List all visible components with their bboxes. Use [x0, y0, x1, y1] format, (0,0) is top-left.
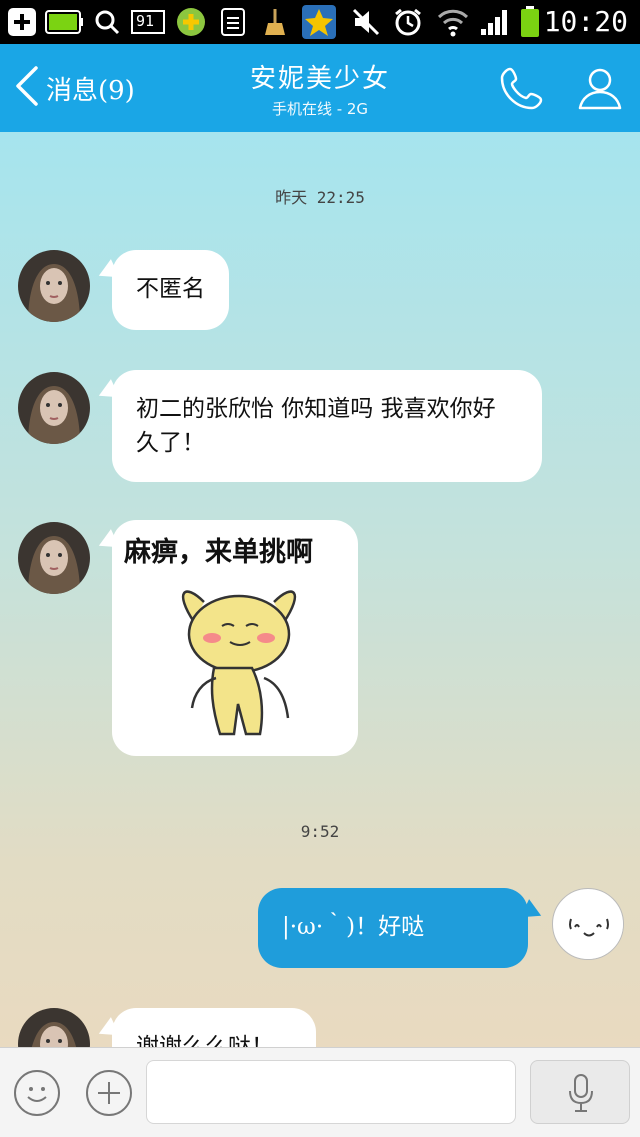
- add-icon: [6, 6, 38, 38]
- avatar[interactable]: [18, 522, 90, 594]
- sticker-caption: 麻痹，来单挑啊: [124, 537, 313, 568]
- star-app-icon: [300, 5, 338, 39]
- timestamp: 9:52: [300, 822, 340, 841]
- add-button[interactable]: [86, 1070, 132, 1116]
- battery-icon: [518, 6, 542, 38]
- sticker-bubble[interactable]: 麻痹，来单挑啊: [112, 520, 358, 756]
- person-icon: [576, 68, 624, 116]
- message-bubble-incoming[interactable]: 初二的张欣怡 你知道吗 我喜欢你好久了！: [112, 370, 542, 482]
- avatar[interactable]: [18, 372, 90, 444]
- message-bubble-outgoing[interactable]: |·ω·｀)！好哒: [258, 888, 528, 968]
- broom-icon: [262, 6, 288, 38]
- signal-icon: [478, 6, 512, 38]
- message-input[interactable]: [146, 1060, 516, 1124]
- chat-header: 消息(9) 安妮美少女 手机在线 - 2G: [0, 44, 640, 132]
- message-text: 不匿名: [136, 276, 205, 302]
- phone-icon: [498, 67, 546, 116]
- message-text: 初二的张欣怡 你知道吗 我喜欢你好久了！: [136, 396, 496, 456]
- alarm-icon: [392, 6, 424, 38]
- my-avatar[interactable]: [552, 888, 624, 960]
- profile-button[interactable]: [576, 64, 624, 112]
- bear-sticker: [182, 590, 296, 736]
- smiley-icon: [16, 1087, 58, 1118]
- plus-circle-icon: [88, 1082, 130, 1118]
- message-text: |·ω·｀)！好哒: [282, 914, 425, 940]
- battery-notification-icon: [44, 6, 84, 38]
- message-bubble-incoming[interactable]: 谢谢么么哒！: [112, 1008, 316, 1047]
- mute-icon: [350, 6, 382, 38]
- voice-button[interactable]: [530, 1060, 630, 1124]
- message-text: 谢谢么么哒！: [136, 1034, 274, 1047]
- call-button[interactable]: [498, 64, 546, 112]
- microphone-icon: [567, 1073, 595, 1117]
- wifi-icon: [436, 6, 470, 38]
- document-icon: [218, 6, 248, 38]
- emoji-button[interactable]: [14, 1070, 60, 1116]
- avatar[interactable]: [18, 1008, 90, 1047]
- status-time: 10:20: [543, 5, 628, 38]
- avatar[interactable]: [18, 250, 90, 322]
- search-icon: [92, 6, 122, 38]
- input-bar: [0, 1047, 640, 1137]
- message-bubble-incoming[interactable]: 不匿名: [112, 250, 229, 330]
- notification-count-icon: 91: [130, 6, 168, 38]
- notification-count: 91: [136, 12, 155, 30]
- message-list[interactable]: 昨天 22:25 不匿名 初二的张欣怡 你知道吗 我喜欢你好久了！ 麻痹，来单挑…: [0, 132, 640, 1047]
- plus-app-icon: [174, 6, 208, 38]
- status-bar: 91 10:20: [0, 0, 640, 44]
- timestamp: 昨天 22:25: [275, 188, 365, 207]
